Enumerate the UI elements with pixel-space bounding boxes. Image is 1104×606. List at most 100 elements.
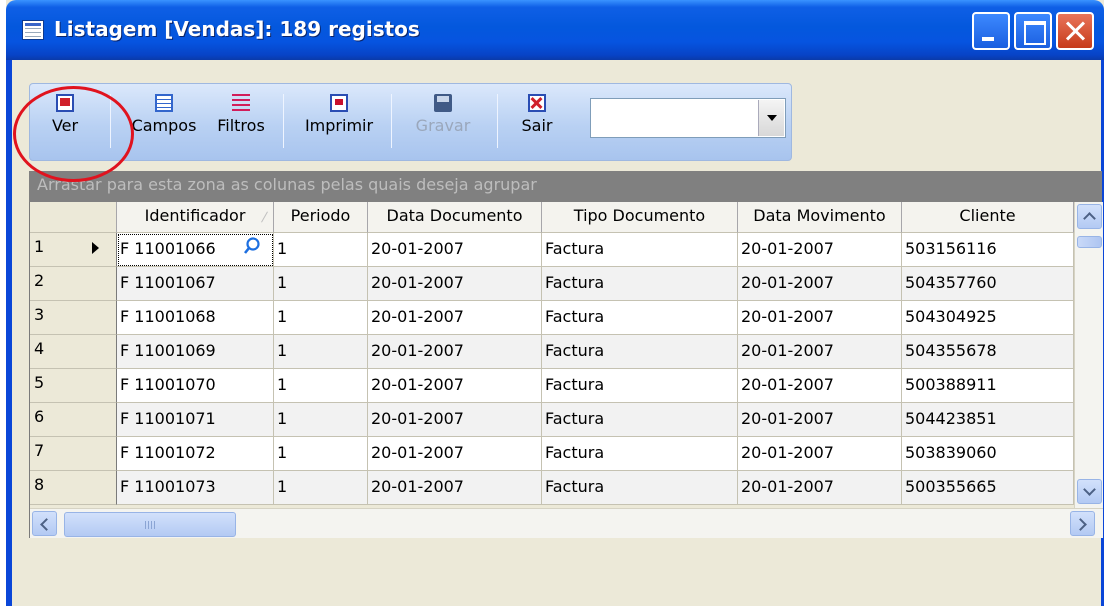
column-header-cliente[interactable]: Cliente [902,202,1074,233]
title-bar[interactable]: Listagem [Vendas]: 189 registos [6,0,1104,60]
cell-data-documento[interactable]: 20-01-2007 [368,267,542,301]
cell-periodo[interactable]: 1 [274,403,368,437]
table-row[interactable]: 5F 11001070 1 20-01-2007 Factura 20-01-2007 5… [30,369,1074,403]
imprimir-button[interactable]: Imprimir [298,90,380,156]
cell-identificador[interactable]: F 11001068 [117,301,274,335]
cell-cliente[interactable]: 503156116 [902,233,1074,267]
vertical-scroll-thumb[interactable] [1077,236,1102,248]
cell-data-documento[interactable]: 20-01-2007 [368,437,542,471]
scroll-up-icon[interactable] [1077,204,1102,229]
cell-identificador[interactable]: F 11001066 [117,233,274,267]
cell-identificador[interactable]: F 11001070 [117,369,274,403]
cell-periodo[interactable]: 1 [274,471,368,505]
group-by-panel[interactable]: Arrastar para esta zona as colunas pelas… [29,171,1102,202]
cell-identificador[interactable]: F 11001072 [117,437,274,471]
cell-data-movimento[interactable]: 20-01-2007 [738,369,902,403]
row-number[interactable]: 8 [30,471,117,505]
cell-tipo-documento[interactable]: Factura [542,233,738,267]
cell-data-documento[interactable]: 20-01-2007 [368,471,542,505]
cell-cliente[interactable]: 503839060 [902,437,1074,471]
table-icon [22,20,44,40]
cell-identificador[interactable]: F 11001069 [117,335,274,369]
column-header-data-movimento[interactable]: Data Movimento [738,202,902,233]
row-number[interactable]: 5 [30,369,117,403]
table-row[interactable]: 1F 11001066 1 20-01-2007 Factura 20-01-2007 5… [30,233,1074,267]
cell-tipo-documento[interactable]: Factura [542,471,738,505]
row-number[interactable]: 1 [30,233,117,267]
scroll-left-icon[interactable] [32,511,57,536]
cell-cliente[interactable]: 500388911 [902,369,1074,403]
table-row[interactable]: 7F 11001072 1 20-01-2007 Factura 20-01-2007 5… [30,437,1074,471]
column-header-data-documento[interactable]: Data Documento [368,202,542,233]
gravar-button[interactable]: Gravar [406,90,480,156]
close-button[interactable] [1056,12,1094,50]
cell-data-documento[interactable]: 20-01-2007 [368,335,542,369]
horizontal-scroll-thumb[interactable] [64,512,236,537]
cell-data-documento[interactable]: 20-01-2007 [368,301,542,335]
column-header-identificador[interactable]: Identificador [117,202,274,233]
cell-data-movimento[interactable]: 20-01-2007 [738,301,902,335]
row-number[interactable]: 3 [30,301,117,335]
cell-data-documento[interactable]: 20-01-2007 [368,403,542,437]
cell-identificador[interactable]: F 11001071 [117,403,274,437]
cell-data-movimento[interactable]: 20-01-2007 [738,335,902,369]
window-frame-left [6,60,12,606]
table-row[interactable]: 8F 11001073 1 20-01-2007 Factura 20-01-2007 5… [30,471,1074,505]
table-row[interactable]: 3F 11001068 1 20-01-2007 Factura 20-01-2007 5… [30,301,1074,335]
cell-tipo-documento[interactable]: Factura [542,301,738,335]
cell-data-movimento[interactable]: 20-01-2007 [738,233,902,267]
scroll-right-icon[interactable] [1070,511,1095,536]
cell-cliente[interactable]: 504304925 [902,301,1074,335]
column-header-periodo[interactable]: Periodo [274,202,368,233]
cell-identificador[interactable]: F 11001067 [117,267,274,301]
campos-button[interactable]: Campos [128,90,200,156]
row-number[interactable]: 2 [30,267,117,301]
cell-periodo[interactable]: 1 [274,301,368,335]
cell-data-movimento[interactable]: 20-01-2007 [738,437,902,471]
cell-identificador[interactable]: F 11001073 [117,471,274,505]
cell-data-movimento[interactable]: 20-01-2007 [738,471,902,505]
table-row[interactable]: 2F 11001067 1 20-01-2007 Factura 20-01-2007 5… [30,267,1074,301]
magnifier-icon[interactable] [243,237,261,255]
cell-cliente[interactable]: 504357760 [902,267,1074,301]
table-row[interactable]: 4F 11001069 1 20-01-2007 Factura 20-01-2007 5… [30,335,1074,369]
toolbar-combo[interactable] [590,98,786,138]
vertical-scrollbar[interactable] [1074,202,1103,508]
cell-cliente[interactable]: 504355678 [902,335,1074,369]
printer-icon [330,94,348,112]
horizontal-scrollbar[interactable] [30,508,1103,538]
minimize-button[interactable] [972,12,1010,50]
cell-tipo-documento[interactable]: Factura [542,267,738,301]
maximize-button[interactable] [1014,12,1052,50]
cell-periodo[interactable]: 1 [274,267,368,301]
cell-periodo[interactable]: 1 [274,369,368,403]
cell-data-documento[interactable]: 20-01-2007 [368,233,542,267]
imprimir-label: Imprimir [304,116,374,135]
scroll-down-icon[interactable] [1077,479,1102,504]
toolbar: Ver Campos Filtros Imprimir Gravar Sair [29,83,792,161]
cell-periodo[interactable]: 1 [274,335,368,369]
cell-tipo-documento[interactable]: Factura [542,437,738,471]
cell-tipo-documento[interactable]: Factura [542,369,738,403]
ver-button[interactable]: Ver [42,90,88,156]
cell-data-movimento[interactable]: 20-01-2007 [738,267,902,301]
cell-periodo[interactable]: 1 [274,437,368,471]
table-row[interactable]: 6F 11001071 1 20-01-2007 Factura 20-01-2007 5… [30,403,1074,437]
sair-button[interactable]: Sair [514,90,560,156]
row-number[interactable]: 7 [30,437,117,471]
filtros-button[interactable]: Filtros [210,90,272,156]
row-number[interactable]: 4 [30,335,117,369]
floppy-save-icon [434,94,452,112]
cell-data-documento[interactable]: 20-01-2007 [368,369,542,403]
cell-cliente[interactable]: 504423851 [902,403,1074,437]
cell-periodo[interactable]: 1 [274,233,368,267]
cell-cliente[interactable]: 500355665 [902,471,1074,505]
chevron-down-icon[interactable] [758,100,784,136]
cell-data-movimento[interactable]: 20-01-2007 [738,403,902,437]
exit-icon [528,94,546,112]
column-header-tipo-documento[interactable]: Tipo Documento [542,202,738,233]
cell-tipo-documento[interactable]: Factura [542,403,738,437]
listing-window: Listagem [Vendas]: 189 registos Ver Camp… [6,0,1104,606]
cell-tipo-documento[interactable]: Factura [542,335,738,369]
row-number[interactable]: 6 [30,403,117,437]
